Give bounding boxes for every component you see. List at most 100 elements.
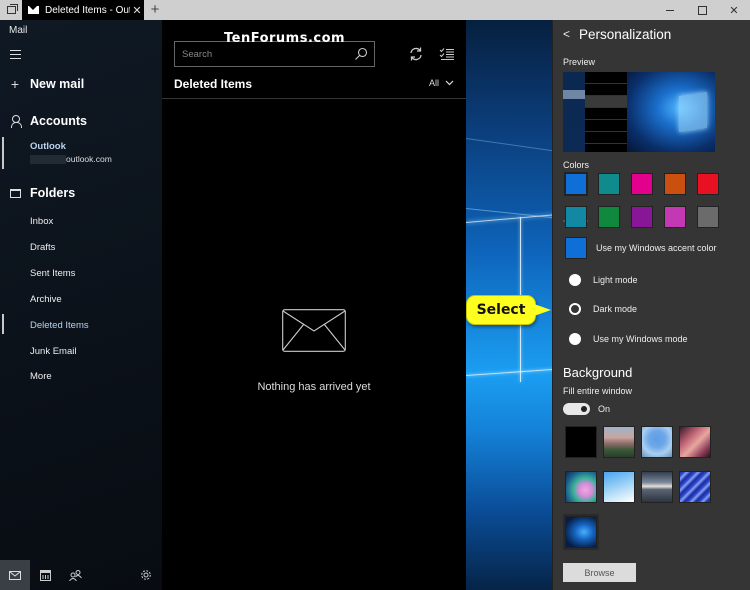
hamburger-menu-button[interactable] — [10, 50, 21, 62]
color-swatch[interactable] — [697, 206, 719, 228]
folders-label: Folders — [30, 186, 76, 200]
folder-inbox[interactable]: Inbox — [30, 216, 53, 227]
background-blue-streaks[interactable] — [679, 471, 711, 503]
color-row-2 — [565, 206, 719, 228]
color-swatch[interactable] — [631, 173, 653, 195]
bottom-app-bar — [0, 560, 162, 590]
select-callout: Select — [466, 295, 551, 325]
tab-title: Deleted Items - Outlook — [45, 4, 130, 16]
selection-mode-icon[interactable] — [439, 46, 455, 62]
account-name: Outlook — [30, 141, 66, 152]
gear-icon — [141, 570, 151, 580]
accounts-label: Accounts — [30, 114, 87, 128]
people-icon — [68, 569, 82, 581]
use-accent-color-option[interactable]: Use my Windows accent color — [565, 237, 717, 259]
account-email: outlook.com — [30, 154, 112, 165]
radio-button[interactable] — [569, 274, 581, 286]
switch-to-mail-button[interactable] — [0, 560, 30, 590]
toggle-switch[interactable] — [563, 403, 590, 415]
preview-label: Preview — [563, 57, 596, 67]
back-button[interactable]: < — [563, 27, 570, 41]
new-tab-button[interactable]: + — [146, 0, 164, 20]
theme-preview — [563, 72, 715, 152]
minimize-button[interactable] — [654, 0, 686, 20]
folder-drafts[interactable]: Drafts — [30, 242, 55, 253]
chevron-down-icon — [445, 80, 454, 86]
background-windows-logo[interactable] — [565, 516, 597, 548]
color-row-1 — [565, 173, 719, 195]
accent-color-swatch[interactable] — [565, 237, 587, 259]
empty-envelope-icon — [282, 309, 346, 352]
folder-sent-items[interactable]: Sent Items — [30, 268, 75, 279]
person-icon — [10, 115, 22, 128]
folder-archive[interactable]: Archive — [30, 294, 62, 305]
background-abstract-waves[interactable] — [565, 471, 597, 503]
windows-mode-radio[interactable]: Use my Windows mode — [569, 333, 688, 345]
empty-state-message: Nothing has arrived yet — [257, 381, 371, 393]
radio-button-selected[interactable] — [569, 303, 581, 315]
dark-mode-radio[interactable]: Dark mode — [569, 303, 637, 315]
radio-button[interactable] — [569, 333, 581, 345]
background-canyon[interactable] — [679, 426, 711, 458]
mail-icon — [28, 6, 39, 14]
color-swatch[interactable] — [664, 173, 686, 195]
color-swatch[interactable] — [598, 206, 620, 228]
new-mail-button[interactable]: + New mail — [0, 76, 162, 92]
search-icon[interactable] — [354, 47, 368, 61]
tab-deleted-items[interactable]: Deleted Items - Outlook ✕ — [22, 0, 144, 20]
color-swatch[interactable] — [598, 173, 620, 195]
windows-icon — [6, 4, 18, 14]
folder-deleted-items[interactable]: Deleted Items — [30, 320, 89, 331]
account-outlook[interactable]: Outlook outlook.com — [30, 141, 112, 165]
navigation-pane: Mail + New mail Accounts Outlook outlook… — [0, 20, 162, 590]
background-row-2 — [565, 471, 711, 503]
window-controls: ✕ — [654, 0, 750, 20]
dark-mode-label: Dark mode — [593, 304, 638, 314]
close-tab-button[interactable]: ✕ — [130, 4, 144, 17]
calendar-icon — [39, 569, 51, 581]
window-close-button[interactable]: ✕ — [718, 0, 750, 20]
personalization-pane: < Personalization Preview Colors Use my … — [552, 20, 750, 590]
filter-label: All — [428, 78, 439, 88]
task-view-button[interactable] — [0, 0, 22, 20]
background-blue-prisms[interactable] — [603, 471, 635, 503]
account-selection-indicator — [2, 137, 4, 169]
sync-icon[interactable] — [408, 46, 424, 62]
light-mode-radio[interactable]: Light mode — [569, 274, 638, 286]
watermark: TenForums.com — [224, 31, 346, 46]
fill-window-label: Fill entire window — [563, 386, 633, 396]
folder-more[interactable]: More — [30, 371, 52, 382]
plus-icon: + — [10, 76, 20, 92]
switch-to-calendar-button[interactable] — [30, 560, 60, 590]
folder-title: Deleted Items — [174, 77, 253, 91]
use-accent-label: Use my Windows accent color — [596, 243, 717, 253]
colors-label: Colors — [563, 160, 590, 170]
pane-title: Personalization — [579, 27, 672, 42]
accounts-header[interactable]: Accounts — [0, 114, 162, 128]
switch-to-people-button[interactable] — [60, 560, 90, 590]
color-swatch[interactable] — [565, 173, 587, 195]
background-row-3 — [565, 516, 597, 548]
redacted-email — [30, 155, 66, 165]
color-swatch[interactable] — [664, 206, 686, 228]
color-swatch[interactable] — [565, 206, 587, 228]
folder-junk-email[interactable]: Junk Email — [30, 346, 76, 357]
folder-selection-indicator — [2, 314, 4, 334]
settings-button[interactable] — [130, 560, 162, 590]
background-lake-sunset[interactable] — [641, 471, 673, 503]
divider — [162, 98, 466, 99]
color-swatch[interactable] — [697, 173, 719, 195]
app-name: Mail — [9, 25, 28, 36]
background-mountain[interactable] — [603, 426, 635, 458]
maximize-button[interactable] — [686, 0, 718, 20]
background-tree[interactable] — [641, 426, 673, 458]
background-black[interactable] — [565, 426, 597, 458]
light-mode-label: Light mode — [593, 275, 638, 285]
color-swatch[interactable] — [631, 206, 653, 228]
filter-dropdown[interactable]: All — [429, 78, 454, 88]
background-row-1 — [565, 426, 711, 458]
background-heading: Background — [563, 365, 633, 380]
folders-header[interactable]: Folders — [0, 186, 162, 200]
browse-button[interactable]: Browse — [563, 563, 636, 582]
fill-window-toggle[interactable]: On — [563, 403, 610, 415]
